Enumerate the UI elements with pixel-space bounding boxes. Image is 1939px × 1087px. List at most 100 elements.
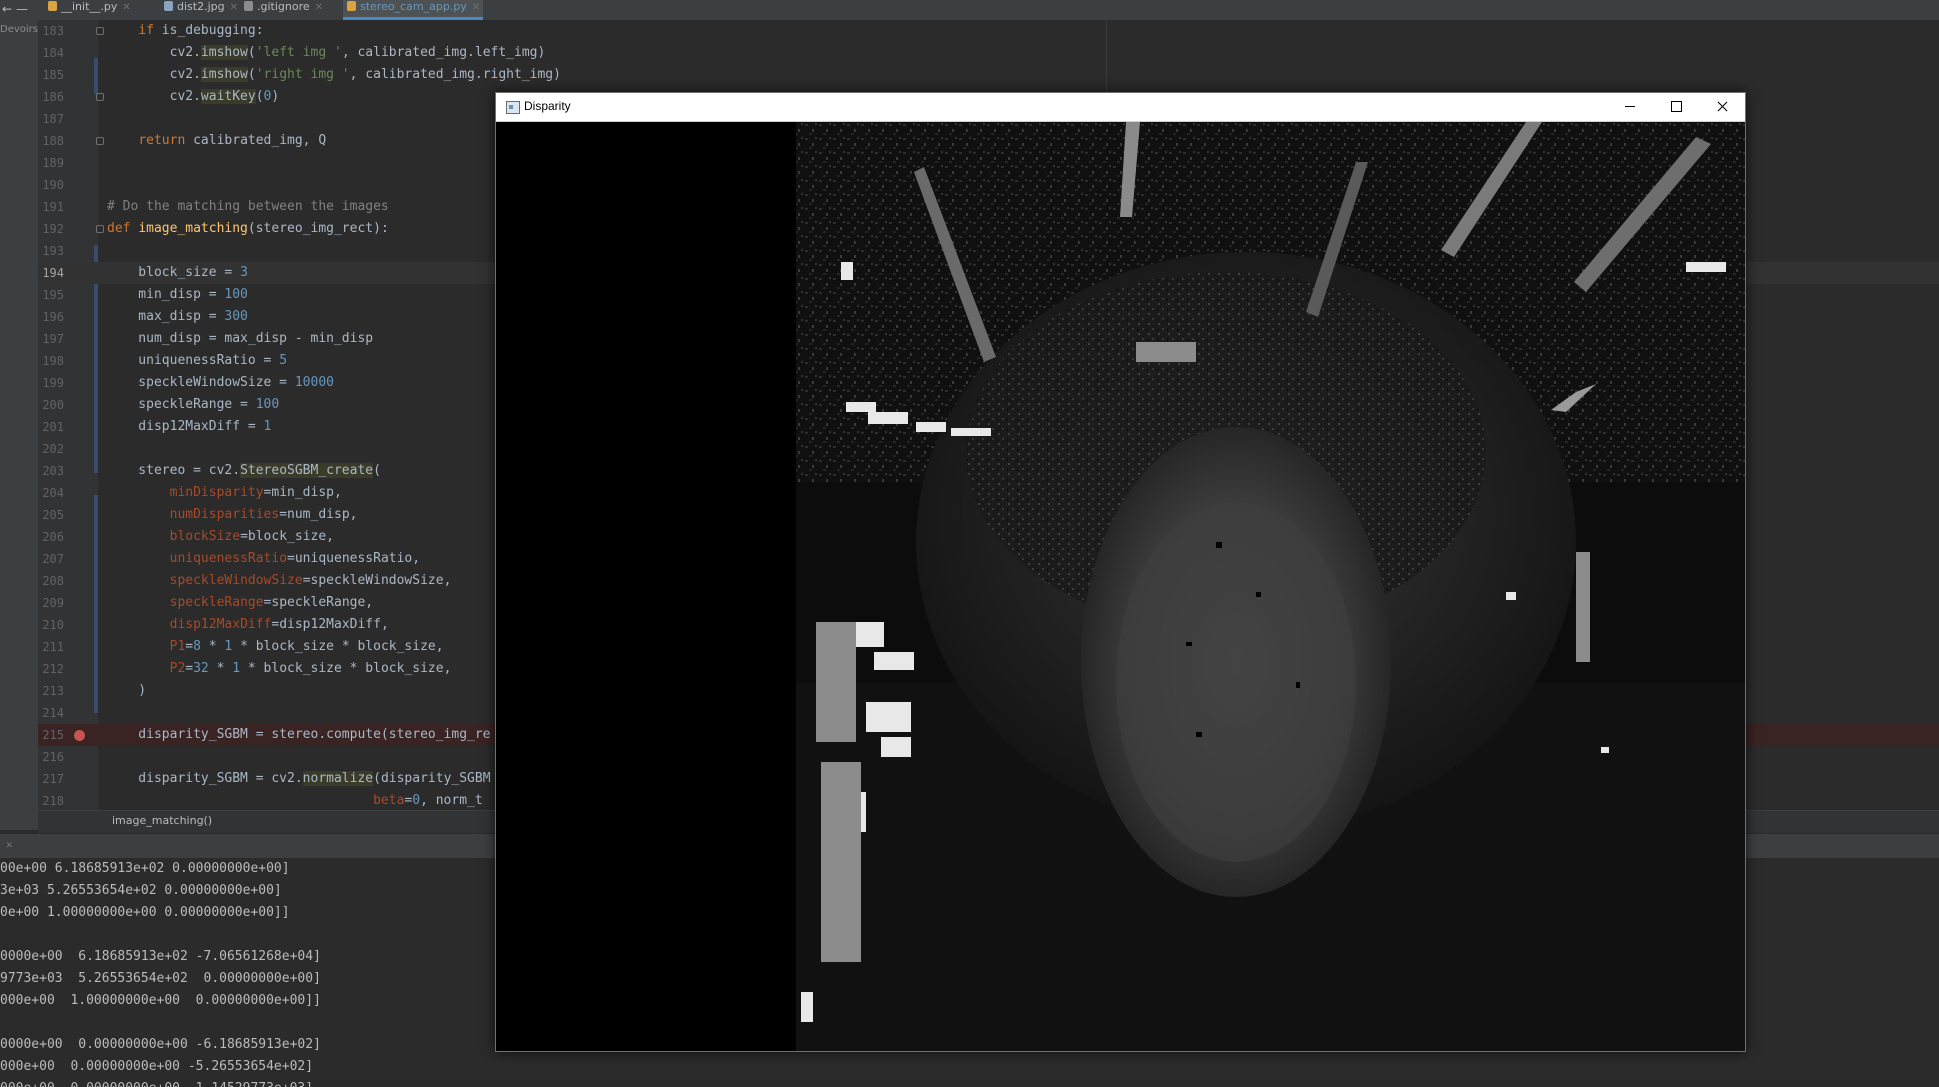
code-text[interactable]: disp12MaxDiff=disp12MaxDiff, [107, 614, 389, 636]
code-line[interactable]: 184 cv2.imshow('left img ', calibrated_i… [38, 42, 1939, 64]
line-number[interactable]: 211 [38, 636, 64, 658]
code-text[interactable]: return calibrated_img, Q [107, 130, 326, 152]
code-text[interactable]: speckleWindowSize = 10000 [107, 372, 334, 394]
line-number[interactable]: 209 [38, 592, 64, 614]
close-tab-icon[interactable]: ✕ [230, 2, 238, 13]
code-text[interactable]: speckleRange=speckleRange, [107, 592, 374, 614]
fold-marker-icon[interactable] [96, 27, 104, 35]
code-text[interactable]: P1=8 * 1 * block_size * block_size, [107, 636, 444, 658]
code-line[interactable]: 185 cv2.imshow('right img ', calibrated_… [38, 64, 1939, 86]
code-text[interactable]: cv2.imshow('left img ', calibrated_img.l… [107, 42, 545, 64]
line-number[interactable]: 218 [38, 790, 64, 812]
line-number[interactable]: 201 [38, 416, 64, 438]
line-number[interactable]: 186 [38, 86, 64, 108]
line-number[interactable]: 214 [38, 702, 64, 724]
code-text[interactable]: speckleWindowSize=speckleWindowSize, [107, 570, 452, 592]
line-number[interactable]: 204 [38, 482, 64, 504]
code-text[interactable]: uniquenessRatio=uniquenessRatio, [107, 548, 420, 570]
line-number[interactable]: 183 [38, 20, 64, 42]
line-number[interactable]: 213 [38, 680, 64, 702]
python-file-icon [347, 1, 356, 11]
line-number[interactable]: 202 [38, 438, 64, 460]
line-number[interactable]: 207 [38, 548, 64, 570]
fold-marker-icon[interactable] [96, 225, 104, 233]
console-line: 0000e+00 0.00000000e+00 -6.18685913e+02] [0, 1037, 321, 1052]
line-number[interactable]: 199 [38, 372, 64, 394]
line-number[interactable]: 217 [38, 768, 64, 790]
line-number[interactable]: 208 [38, 570, 64, 592]
code-text[interactable]: num_disp = max_disp - min_disp [107, 328, 373, 350]
line-number[interactable]: 188 [38, 130, 64, 152]
maximize-button[interactable] [1653, 93, 1699, 121]
back-arrow-icon[interactable]: ← [2, 2, 12, 16]
line-number[interactable]: 193 [38, 240, 64, 262]
fold-marker-icon[interactable] [96, 137, 104, 145]
line-number[interactable]: 215 [38, 724, 64, 746]
close-tab-icon[interactable]: ✕ [472, 2, 480, 13]
code-text[interactable]: blockSize=block_size, [107, 526, 334, 548]
line-number[interactable]: 205 [38, 504, 64, 526]
code-text[interactable]: P2=32 * 1 * block_size * block_size, [107, 658, 452, 680]
line-number[interactable]: 187 [38, 108, 64, 130]
code-line[interactable]: 183 if is_debugging: [38, 20, 1939, 42]
code-text[interactable]: uniquenessRatio = 5 [107, 350, 287, 372]
code-text[interactable]: block_size = 3 [107, 262, 248, 284]
disparity-map-image [496, 122, 1745, 1051]
line-number[interactable]: 191 [38, 196, 64, 218]
line-number[interactable]: 206 [38, 526, 64, 548]
image-file-icon [164, 1, 173, 11]
tab-3[interactable]: stereo_cam_app.py ✕ [343, 0, 483, 20]
tab-label: stereo_cam_app.py [360, 0, 467, 13]
disparity-window[interactable]: Disparity [495, 92, 1746, 1052]
code-text[interactable]: stereo = cv2.StereoSGBM_create( [107, 460, 381, 482]
menu-dash-icon[interactable]: — [16, 2, 28, 16]
code-text[interactable]: speckleRange = 100 [107, 394, 279, 416]
line-number[interactable]: 200 [38, 394, 64, 416]
close-tab-icon[interactable]: ✕ [122, 2, 130, 13]
code-text[interactable]: cv2.waitKey(0) [107, 86, 279, 108]
close-tab-icon[interactable]: ✕ [315, 2, 323, 13]
python-file-icon [48, 1, 57, 11]
line-number[interactable]: 210 [38, 614, 64, 636]
tab-1[interactable]: dist2.jpg ✕ [160, 0, 238, 20]
line-number[interactable]: 192 [38, 218, 64, 240]
code-text[interactable]: if is_debugging: [107, 20, 263, 42]
close-console-icon[interactable]: ✕ [6, 838, 13, 851]
line-number[interactable]: 196 [38, 306, 64, 328]
code-text[interactable]: cv2.imshow('right img ', calibrated_img.… [107, 64, 561, 86]
code-text[interactable]: # Do the matching between the images [107, 196, 389, 218]
line-number[interactable]: 195 [38, 284, 64, 306]
code-text[interactable]: ) [107, 680, 146, 702]
breadcrumb-function[interactable]: image_matching() [112, 814, 212, 827]
project-panel-label[interactable]: Devoirs [0, 24, 38, 35]
line-number[interactable]: 198 [38, 350, 64, 372]
code-text[interactable]: disparity_SGBM = cv2.normalize(disparity… [107, 768, 491, 790]
console-line: 3e+03 5.26553654e+02 0.00000000e+00] [0, 883, 282, 898]
line-number[interactable]: 185 [38, 64, 64, 86]
disparity-titlebar[interactable]: Disparity [496, 93, 1745, 122]
breakpoint-icon[interactable] [74, 730, 85, 741]
code-text[interactable]: beta=0, norm_t [107, 790, 483, 812]
tab-0[interactable]: __init__.py ✕ [44, 0, 144, 20]
line-number[interactable]: 194 [38, 262, 64, 284]
code-text[interactable]: disparity_SGBM = stereo.compute(stereo_i… [107, 724, 490, 746]
line-number[interactable]: 197 [38, 328, 64, 350]
line-number[interactable]: 212 [38, 658, 64, 680]
fold-marker-icon[interactable] [96, 93, 104, 101]
code-text[interactable]: min_disp = 100 [107, 284, 248, 306]
line-number[interactable]: 190 [38, 174, 64, 196]
line-number[interactable]: 203 [38, 460, 64, 482]
code-text[interactable]: minDisparity=min_disp, [107, 482, 342, 504]
tab-label: __init__.py [61, 0, 118, 13]
tab-2[interactable]: .gitignore ✕ [240, 0, 330, 20]
line-number[interactable]: 189 [38, 152, 64, 174]
code-text[interactable]: max_disp = 300 [107, 306, 248, 328]
tab-label: .gitignore [257, 0, 310, 13]
code-text[interactable]: def image_matching(stereo_img_rect): [107, 218, 389, 240]
line-number[interactable]: 216 [38, 746, 64, 768]
code-text[interactable]: numDisparities=num_disp, [107, 504, 358, 526]
code-text[interactable]: disp12MaxDiff = 1 [107, 416, 271, 438]
close-button[interactable] [1699, 93, 1745, 121]
line-number[interactable]: 184 [38, 42, 64, 64]
minimize-button[interactable] [1607, 93, 1653, 121]
